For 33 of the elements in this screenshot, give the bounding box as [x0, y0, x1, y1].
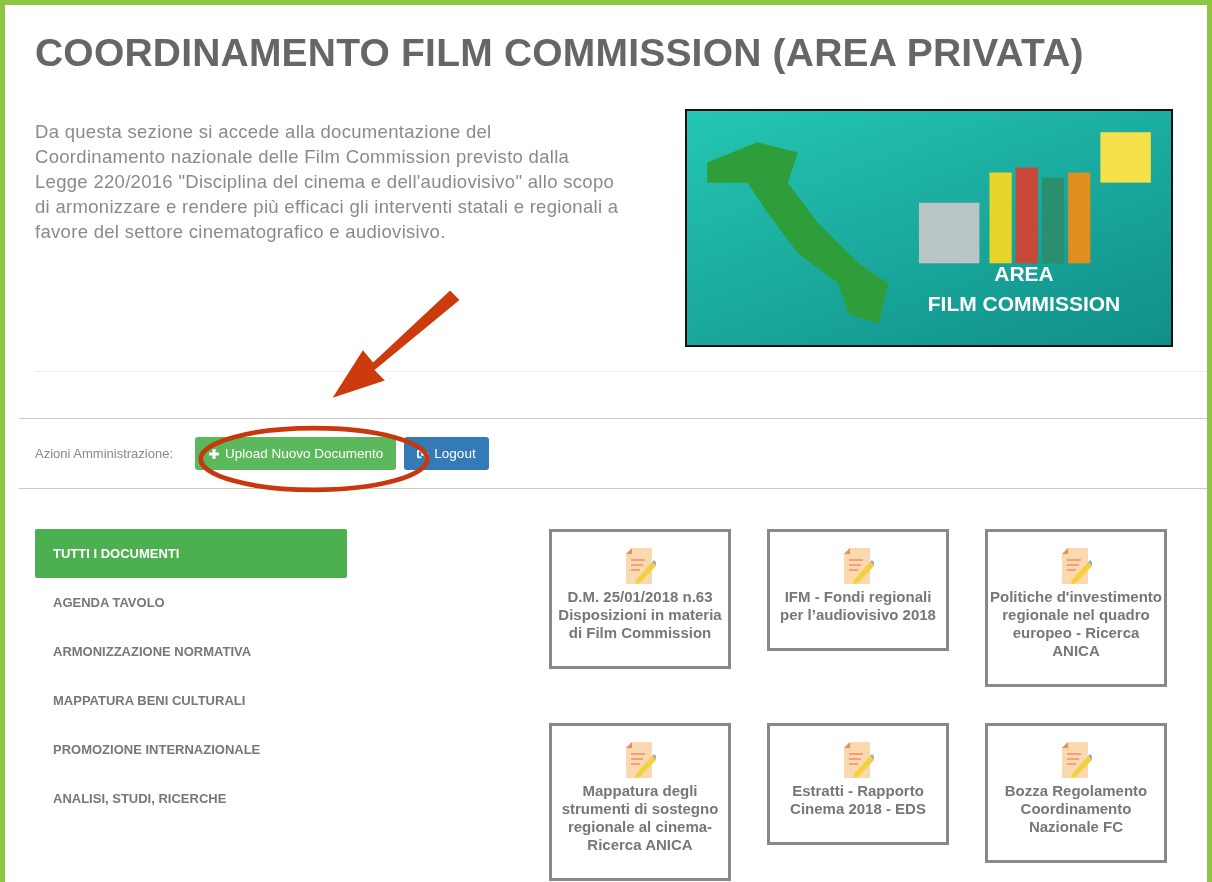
document-pencil-icon — [1060, 742, 1092, 778]
document-card[interactable]: Bozza Regolamento Coordinamento Nazionale FC — [985, 723, 1167, 863]
document-title: D.M. 25/01/2018 n.63 Disposizioni in materia di Film Commission — [557, 588, 723, 642]
banner-caption: FILM COMMISSION — [927, 291, 1121, 317]
logout-button[interactable]: Logout — [404, 437, 489, 470]
category-item[interactable]: PROMOZIONE INTERNAZIONALE — [35, 725, 347, 774]
document-card[interactable]: Mappatura degli strumenti di sostegno regionale al cinema- Ricerca ANICA — [549, 723, 731, 881]
document-title: IFM - Fondi regionali per l’audiovisivo 2018 — [779, 588, 937, 624]
document-pencil-icon — [842, 742, 874, 778]
category-item[interactable]: ARMONIZZAZIONE NORMATIVA — [35, 627, 347, 676]
page-title: COORDINAMENTO FILM COMMISSION (AREA PRIVATA) — [35, 31, 1085, 75]
document-title: Politiche d'investimento regionale nel quadro europeo - Ricerca ANICA — [990, 588, 1162, 660]
upload-button[interactable]: Upload Nuovo Documento — [195, 437, 397, 470]
document-pencil-icon — [1060, 548, 1092, 584]
plus-icon — [208, 447, 220, 460]
document-pencil-icon — [624, 742, 656, 778]
document-card[interactable]: D.M. 25/01/2018 n.63 Disposizioni in materia di Film Commission — [549, 529, 731, 669]
admin-actions-label: Azioni Amministrazione: — [35, 446, 173, 461]
document-title: Mappatura degli strumenti di sostegno regionale al cinema- Ricerca ANICA — [560, 782, 720, 854]
category-item[interactable]: ANALISI, STUDI, RICERCHE — [35, 774, 347, 823]
document-pencil-icon — [842, 548, 874, 584]
document-card[interactable]: Estratti - Rapporto Cinema 2018 - EDS — [767, 723, 949, 845]
category-item[interactable]: MAPPATURA BENI CULTURALI — [35, 676, 347, 725]
banner-caption: AREA — [994, 261, 1054, 287]
document-card[interactable]: IFM - Fondi regionali per l’audiovisivo 2018 — [767, 529, 949, 651]
category-item[interactable]: AGENDA TAVOLO — [35, 578, 347, 627]
document-pencil-icon — [624, 548, 656, 584]
intro-paragraph: Da questa sezione si accede alla documentazione del Coordinamento nazionale delle Film Commission previsto dalla Legge 220/2016 "Disciplina del cinema e dell'audiovisivo" allo scopo di armonizzare e rendere più efficaci gli interventi statali e regionali a favore del settore cinematografico e audiovisivo. — [35, 120, 620, 244]
category-item[interactable]: TUTTI I DOCUMENTI — [35, 529, 347, 578]
document-title: Estratti - Rapporto Cinema 2018 - EDS — [789, 782, 927, 818]
document-card[interactable]: Politiche d'investimento regionale nel quadro europeo - Ricerca ANICA — [985, 529, 1167, 687]
document-title: Bozza Regolamento Coordinamento Nazionale FC — [1003, 782, 1149, 836]
logout-icon — [417, 447, 430, 460]
